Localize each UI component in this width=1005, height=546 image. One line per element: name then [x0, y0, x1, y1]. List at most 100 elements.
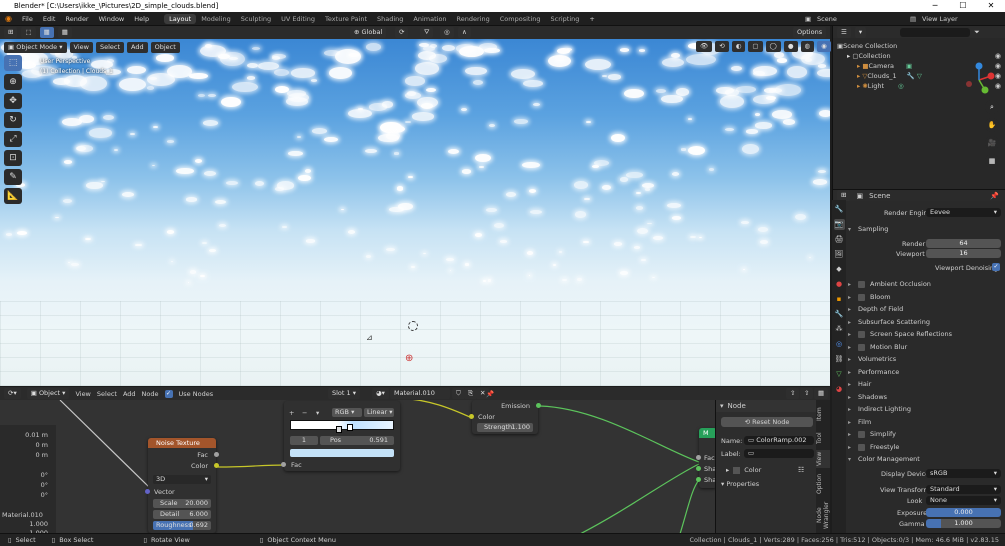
slot-dropdown[interactable]: Slot 1 ▾ — [328, 388, 361, 399]
wireframe-shading-icon[interactable]: ◯ — [765, 41, 781, 52]
ramp-interpolation[interactable]: Linear ▾ — [364, 408, 394, 417]
ortho-grid-icon[interactable]: ▦ — [985, 154, 999, 168]
scene-tab-icon[interactable]: ◆ — [834, 264, 845, 275]
menu-edit[interactable]: Edit — [38, 15, 61, 23]
close-button[interactable]: ✕ — [977, 0, 1005, 12]
object-tab-icon[interactable]: ▪ — [834, 294, 845, 305]
move-tool-icon[interactable]: ✥ — [4, 93, 22, 109]
material-shading-icon[interactable]: ◍ — [800, 41, 815, 52]
noise-detail-field[interactable]: Detail 6.000 — [153, 510, 211, 519]
ambient-occlusion-panel[interactable]: ▸ Ambient Occlusion — [848, 279, 1003, 289]
view-transform-dropdown[interactable]: Standard ▾ — [926, 485, 1001, 494]
freestyle-checkbox[interactable] — [858, 443, 865, 451]
viewport-menu-add[interactable]: Add — [127, 41, 148, 53]
tab-scripting[interactable]: Scripting — [546, 14, 585, 24]
ramp-color-mode[interactable]: RGB ▾ — [332, 408, 362, 417]
tab-uv-editing[interactable]: UV Editing — [276, 14, 320, 24]
noise-dimension-dropdown[interactable]: 3D ▾ — [153, 475, 211, 484]
options-menu[interactable]: Options — [793, 27, 827, 38]
tab-tool[interactable]: Tool — [816, 428, 830, 448]
pin-icon[interactable]: 📌 — [486, 390, 494, 398]
pivot-icon[interactable]: ⟳ — [395, 27, 409, 38]
film-panel[interactable]: ▸ Film — [848, 417, 1003, 427]
view-layer-selector[interactable]: View Layer — [917, 15, 963, 23]
ramp-stop-handle[interactable] — [336, 426, 342, 433]
outliner-display-icon[interactable]: ▾ — [854, 26, 867, 38]
maximize-button[interactable]: ☐ — [949, 0, 977, 12]
node-color-checkbox[interactable] — [733, 466, 741, 474]
viewport-menu-select[interactable]: Select — [95, 41, 125, 53]
subsurface-scattering-panel[interactable]: ▸ Subsurface Scattering — [848, 317, 1003, 327]
mix-shader1-socket[interactable] — [696, 466, 701, 471]
indirect-lighting-panel[interactable]: ▸ Indirect Lighting — [848, 404, 1003, 414]
proportional-icon[interactable]: ◎ — [440, 27, 454, 38]
rendered-shading-icon[interactable]: ◉ — [817, 41, 831, 52]
look-dropdown[interactable]: None ▾ — [926, 496, 1001, 505]
node-options-icon[interactable]: ▦ — [814, 388, 829, 399]
material-tab-icon[interactable]: ◕ — [834, 384, 845, 395]
tab-rendering[interactable]: Rendering — [452, 14, 495, 24]
menu-file[interactable]: File — [17, 15, 38, 23]
noise-scale-field[interactable]: Scale 20.000 — [153, 499, 211, 508]
node-menu-node[interactable]: Node — [142, 390, 159, 398]
tab-texture-paint[interactable]: Texture Paint — [320, 14, 372, 24]
mix-fac-socket[interactable] — [696, 455, 701, 460]
simplify-checkbox[interactable] — [858, 430, 865, 438]
ssr-panel[interactable]: ▸ Screen Space Reflections — [848, 329, 1003, 339]
3d-viewport[interactable]: ⊕ ⊿ — [0, 39, 830, 386]
material-name-field[interactable]: Material.010 — [390, 388, 450, 399]
node-menu-add[interactable]: Add — [123, 390, 136, 398]
node-editor-type-icon[interactable]: ⟳▾ — [4, 388, 21, 399]
material-browse-icon[interactable]: ◕▾ — [372, 388, 389, 399]
noise-color-socket[interactable] — [214, 463, 219, 468]
hair-panel[interactable]: ▸ Hair — [848, 379, 1003, 389]
viewport-menu-view[interactable]: View — [69, 41, 93, 53]
transform-orientation[interactable]: ⊕ Global — [350, 27, 387, 38]
scale-tool-icon[interactable]: ⤢ — [4, 131, 22, 147]
node-menu-select[interactable]: Select — [97, 390, 117, 398]
constraints-tab-icon[interactable]: ⛓ — [834, 354, 845, 365]
tab-item[interactable]: Item — [816, 404, 830, 424]
ramp-stop-index[interactable]: 1 — [290, 436, 318, 445]
scene-selector[interactable]: Scene — [812, 15, 842, 23]
freestyle-panel[interactable]: ▸ Freestyle — [848, 442, 1003, 452]
overlay-toggle-icon[interactable]: ◐ — [731, 41, 746, 52]
ssr-checkbox[interactable] — [858, 330, 865, 338]
cursor-tool-icon[interactable]: ⊕ — [4, 74, 22, 90]
list-icon[interactable]: ☷ — [798, 466, 804, 474]
particles-tab-icon[interactable]: ⁂ — [834, 324, 845, 335]
performance-panel[interactable]: ▸ Performance — [848, 367, 1003, 377]
display-device-dropdown[interactable]: sRGB ▾ — [926, 469, 1001, 478]
tab-compositing[interactable]: Compositing — [495, 14, 546, 24]
mix-shader2-socket[interactable] — [696, 477, 701, 482]
ramp-stop-handle[interactable] — [347, 424, 353, 431]
gizmo-toggle-icon[interactable]: ⟲ — [715, 41, 729, 52]
pan-hand-icon[interactable]: ✋ — [985, 118, 999, 132]
ao-checkbox[interactable] — [858, 280, 865, 288]
exposure-slider[interactable]: 0.000 — [926, 508, 1001, 517]
visibility-icon[interactable]: 👁 — [696, 41, 713, 52]
camera-object-icon[interactable]: ⊿ — [366, 333, 373, 342]
rotate-tool-icon[interactable]: ↻ — [4, 112, 22, 128]
select-mode-new-icon[interactable]: ▦ — [39, 27, 54, 38]
emission-color-socket[interactable] — [469, 414, 474, 419]
viewport-menu-object[interactable]: Object — [150, 41, 180, 53]
xray-icon[interactable]: ▢ — [748, 41, 763, 52]
node-name-field[interactable]: ▭ ColorRamp.002 — [744, 436, 814, 445]
output-tab-icon[interactable]: 🖨 — [834, 234, 845, 245]
node-menu-view[interactable]: View — [75, 390, 90, 398]
tab-view[interactable]: View — [816, 450, 830, 468]
solid-shading-icon[interactable]: ● — [783, 41, 798, 52]
tab-sculpting[interactable]: Sculpting — [236, 14, 276, 24]
volumetrics-panel[interactable]: ▸ Volumetrics — [848, 354, 1003, 364]
color-ramp-gradient[interactable] — [290, 420, 394, 430]
camera-view-icon[interactable]: 🎥 — [985, 136, 999, 150]
tab-shading[interactable]: Shading — [372, 14, 408, 24]
eye-icon[interactable]: ◉ — [995, 52, 1001, 60]
tab-options[interactable]: Option — [816, 470, 830, 498]
annotate-tool-icon[interactable]: ✎ — [4, 169, 22, 185]
tab-animation[interactable]: Animation — [408, 14, 451, 24]
emission-output-socket[interactable] — [536, 403, 541, 408]
use-nodes-checkbox[interactable]: ✓ — [164, 389, 173, 398]
ramp-fac-socket[interactable] — [281, 462, 286, 467]
